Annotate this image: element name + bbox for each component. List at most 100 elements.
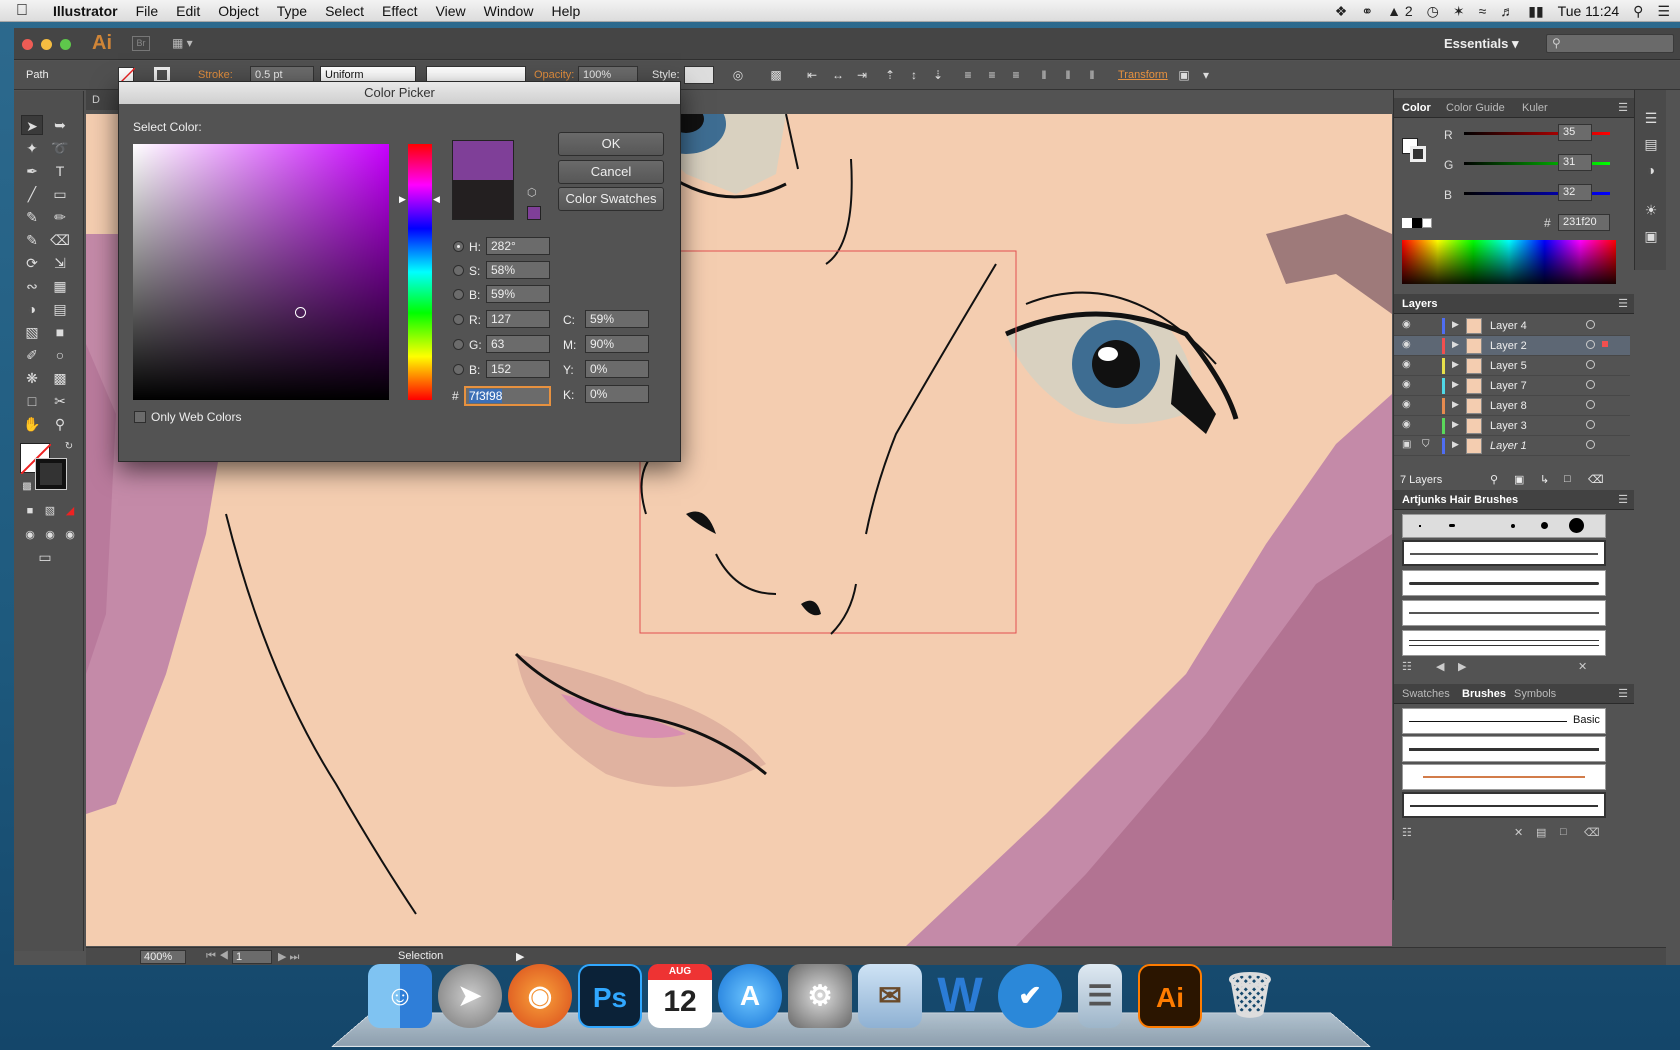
slice-tool-icon[interactable]: ✂	[49, 391, 71, 411]
mesh-tool-icon[interactable]: ▧	[21, 322, 43, 342]
column-graph-tool-icon[interactable]: ▩	[49, 368, 71, 388]
mail-icon[interactable]: ✉	[858, 964, 922, 1028]
help-search-input[interactable]: ⚲	[1546, 34, 1674, 53]
ok-button[interactable]: OK	[558, 132, 664, 156]
distribute-center-icon[interactable]: ‖	[1060, 68, 1076, 82]
none-mode-icon[interactable]: ◢	[59, 501, 81, 521]
draw-inside-icon[interactable]: ◉	[59, 525, 81, 545]
menu-view[interactable]: View	[427, 3, 475, 19]
photoshop-icon[interactable]: Ps	[578, 964, 642, 1028]
zoom-window-button[interactable]	[60, 39, 71, 50]
zoom-field[interactable]: 400%	[140, 950, 186, 964]
delete-brush-icon[interactable]: ⌫	[1584, 826, 1600, 839]
free-transform-tool-icon[interactable]: ▦	[49, 276, 71, 296]
layer-name[interactable]: Layer 1	[1490, 440, 1527, 452]
previous-library-icon[interactable]: ◀	[1436, 660, 1444, 673]
hue-field[interactable]: 282°	[486, 237, 550, 255]
blue-radio[interactable]	[453, 364, 464, 375]
b-value-field[interactable]: 32	[1558, 184, 1592, 201]
red-field[interactable]: 127	[486, 310, 550, 328]
align-middle-icon[interactable]: ↕	[906, 68, 922, 82]
screen-mode-icon[interactable]: ▭	[34, 547, 56, 567]
align-right-icon[interactable]: ⇥	[854, 68, 870, 82]
draw-behind-icon[interactable]: ◉	[39, 525, 61, 545]
stroke-panel-icon[interactable]: ☰	[1643, 110, 1659, 126]
tab-brushes[interactable]: Brushes	[1462, 688, 1506, 700]
align-left-icon[interactable]: ⇤	[804, 68, 820, 82]
menu-select[interactable]: Select	[316, 3, 373, 19]
graphic-styles-panel-icon[interactable]: ▣	[1643, 228, 1659, 244]
opacity-label[interactable]: Opacity:	[534, 69, 574, 81]
creative-cloud-icon[interactable]: ⚭	[1361, 3, 1373, 20]
gradient-mode-icon[interactable]: ▧	[39, 501, 61, 521]
basic-brush[interactable]: Basic	[1402, 708, 1606, 734]
layer-row[interactable]: ◉ ▶ Layer 2	[1394, 336, 1630, 356]
cancel-button[interactable]: Cancel	[558, 160, 664, 184]
time-machine-icon[interactable]: ◷	[1427, 3, 1439, 20]
isolate-selected-icon[interactable]: ▣	[1176, 68, 1192, 82]
type-tool-icon[interactable]: T	[49, 161, 71, 181]
hue-slider-left-arrow[interactable]: ▶	[399, 194, 406, 205]
layer-row[interactable]: ◉ ▶ Layer 3	[1394, 416, 1630, 436]
battery-icon[interactable]: ▮▮	[1528, 3, 1543, 20]
recolor-artwork-icon[interactable]: ◎	[730, 68, 746, 82]
hue-radio[interactable]	[453, 241, 464, 252]
next-library-icon[interactable]: ▶	[1458, 660, 1466, 673]
tab-color[interactable]: Color	[1402, 102, 1431, 114]
cyan-field[interactable]: 59%	[585, 310, 649, 328]
saturation-radio[interactable]	[453, 265, 464, 276]
gamut-color-chip[interactable]	[527, 206, 541, 220]
saturation-field[interactable]: 58%	[486, 261, 550, 279]
layer-row[interactable]: ▣ ⛉ ▶ Layer 1	[1394, 436, 1630, 456]
layers-panel-menu-icon[interactable]: ☰	[1618, 297, 1628, 310]
gradient-tool-icon[interactable]: ■	[49, 322, 71, 342]
layer-row[interactable]: ◉ ▶ Layer 8	[1394, 396, 1630, 416]
layer-row[interactable]: ◉ ▶ Layer 4	[1394, 316, 1630, 336]
wunderlist-icon[interactable]: ✔	[998, 964, 1062, 1028]
hair-brushes-title[interactable]: Artjunks Hair Brushes	[1402, 494, 1518, 506]
align-bottom-icon[interactable]: ⇣	[930, 68, 946, 82]
selection-tool-icon[interactable]: ➤	[21, 115, 43, 135]
hair-stroke-brush[interactable]	[1402, 792, 1606, 818]
layer-name[interactable]: Layer 3	[1490, 420, 1527, 432]
eraser-tool-icon[interactable]: ⌫	[49, 230, 71, 250]
layer-target-icon[interactable]	[1586, 360, 1595, 369]
color-picker-title[interactable]: Color Picker	[119, 82, 680, 104]
locate-object-icon[interactable]: ⚲	[1490, 473, 1498, 486]
shape-builder-tool-icon[interactable]: ◑	[21, 299, 43, 319]
visibility-eye-icon[interactable]: ◉	[1402, 359, 1411, 370]
visibility-eye-icon[interactable]: ◉	[1402, 379, 1411, 390]
ribbon-brush[interactable]	[1402, 764, 1606, 790]
black-field[interactable]: 0%	[585, 385, 649, 403]
stroke-color-swatch[interactable]	[35, 458, 67, 490]
expand-triangle-icon[interactable]: ▶	[1452, 399, 1459, 410]
eyedropper-tool-icon[interactable]: ✐	[21, 345, 43, 365]
layer-name[interactable]: Layer 2	[1490, 340, 1527, 352]
visibility-eye-icon[interactable]: ◉	[1402, 419, 1411, 430]
align-top-icon[interactable]: ⇡	[882, 68, 898, 82]
remove-stroke-icon[interactable]: ✕	[1578, 660, 1587, 673]
green-radio[interactable]	[453, 339, 464, 350]
bridge-button[interactable]: Br	[132, 36, 150, 51]
remove-brush-stroke-icon[interactable]: ✕	[1514, 826, 1523, 839]
menu-app-name[interactable]: Illustrator	[44, 3, 127, 19]
apple-icon[interactable]: 	[0, 2, 44, 20]
black-color-chip[interactable]	[1412, 218, 1422, 228]
brushes-library-icon[interactable]: ☷	[1402, 826, 1412, 839]
tab-symbols[interactable]: Symbols	[1514, 688, 1556, 700]
brush-tip[interactable]	[1541, 522, 1548, 529]
firefox-icon[interactable]: ◉	[508, 964, 572, 1028]
distribute-middle-icon[interactable]: ≡	[984, 68, 1000, 82]
swap-fill-stroke-icon[interactable]: ↻	[58, 437, 80, 457]
brush-tip[interactable]	[1449, 524, 1455, 527]
menu-edit[interactable]: Edit	[167, 3, 209, 19]
color-panel-menu-icon[interactable]: ☰	[1618, 101, 1628, 114]
draw-normal-icon[interactable]: ◉	[19, 525, 41, 545]
layer-target-icon[interactable]	[1586, 400, 1595, 409]
adobe-updates-icon[interactable]: ▲ 2	[1387, 3, 1413, 19]
brush-tip[interactable]	[1569, 518, 1584, 533]
color-spectrum[interactable]	[1402, 240, 1616, 284]
distribute-left-icon[interactable]: ‖	[1036, 68, 1052, 82]
template-icon[interactable]: ▣	[1402, 439, 1411, 450]
only-web-colors-label[interactable]: Only Web Colors	[151, 410, 241, 424]
